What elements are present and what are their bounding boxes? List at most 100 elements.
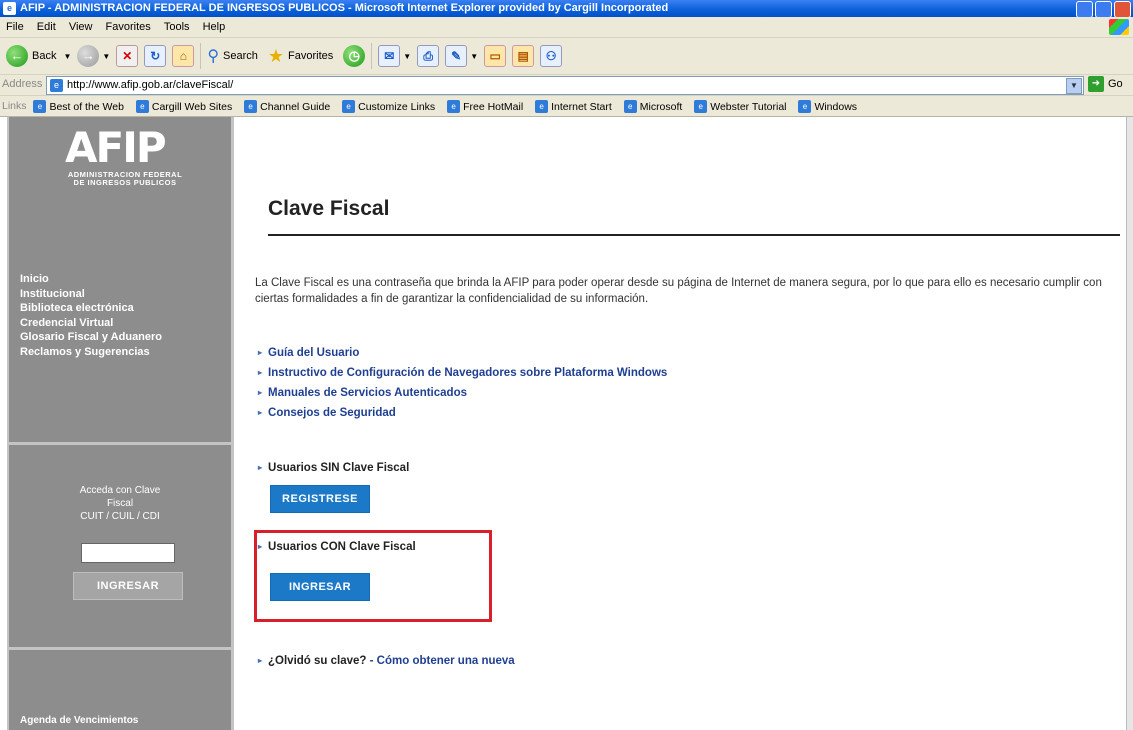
page-icon: e bbox=[694, 100, 708, 113]
chevron-down-icon[interactable]: ▼ bbox=[63, 52, 71, 61]
bullet-icon: ▸ bbox=[258, 388, 263, 397]
chevron-down-icon[interactable]: ▼ bbox=[1066, 78, 1082, 94]
link-label: Microsoft bbox=[639, 100, 683, 113]
stop-button[interactable]: ✕ bbox=[116, 41, 139, 71]
con-clave-label: ▸ Usuarios CON Clave Fiscal bbox=[258, 541, 416, 553]
address-label: Address bbox=[2, 78, 43, 90]
links-label: Links bbox=[2, 100, 27, 112]
con-clave-text: Usuarios CON Clave Fiscal bbox=[268, 541, 416, 553]
refresh-button[interactable]: ↻ bbox=[144, 41, 167, 71]
link-cargill-web-sites[interactable]: e Cargill Web Sites bbox=[135, 97, 233, 117]
list-item[interactable]: ▸ Guía del Usuario bbox=[258, 343, 667, 363]
sidebar-item-inicio[interactable]: Inicio bbox=[20, 272, 162, 287]
links-bar: Links e Best of the Web e Cargill Web Site… bbox=[0, 96, 1133, 117]
link-internet-start[interactable]: e Internet Start bbox=[535, 97, 612, 117]
link-label: Internet Start bbox=[551, 100, 612, 113]
menu-edit[interactable]: Edit bbox=[37, 21, 56, 33]
favorites-button[interactable]: ★ Favorites bbox=[268, 41, 337, 71]
edit-button[interactable]: ✎ ▼ bbox=[445, 41, 478, 71]
title-divider bbox=[268, 234, 1120, 236]
forgot-link[interactable]: Cómo obtener una nueva bbox=[377, 655, 515, 667]
address-input[interactable]: e http://www.afip.gob.ar/claveFiscal/ ▼ bbox=[46, 76, 1084, 95]
go-arrow-icon[interactable]: ➜ bbox=[1088, 76, 1104, 92]
search-button[interactable]: ⚲ Search bbox=[207, 41, 262, 71]
sidebar-item-agenda[interactable]: Agenda de Vencimientos bbox=[20, 715, 138, 726]
sidebar-nav: Inicio Institucional Biblioteca electrón… bbox=[20, 272, 162, 359]
home-button[interactable]: ⌂ bbox=[172, 41, 195, 71]
window-title-bar: e AFIP - ADMINISTRACION FEDERAL DE INGRE… bbox=[0, 0, 1133, 18]
link-free-hotmail[interactable]: e Free HotMail bbox=[447, 97, 523, 117]
go-button[interactable]: Go bbox=[1108, 78, 1123, 90]
login-label-line1: Acceda con Clave bbox=[79, 485, 161, 496]
history-icon: ◷ bbox=[343, 45, 366, 67]
back-button[interactable]: ← Back ▼ bbox=[6, 41, 71, 71]
standard-toolbar: ← Back ▼ → ▼ ✕ ↻ ⌂ ⚲ Search ★ Favorites … bbox=[0, 38, 1133, 75]
link-microsoft[interactable]: e Microsoft bbox=[623, 97, 683, 117]
home-icon: ⌂ bbox=[172, 45, 195, 67]
page-title: Clave Fiscal bbox=[268, 197, 390, 220]
forward-arrow-icon: → bbox=[77, 45, 100, 67]
address-url[interactable]: http://www.afip.gob.ar/claveFiscal/ bbox=[67, 79, 233, 91]
forward-button[interactable]: → ▼ bbox=[77, 41, 110, 71]
page-icon: e bbox=[244, 100, 258, 113]
link-consejos[interactable]: Consejos de Seguridad bbox=[268, 407, 396, 419]
research-button[interactable]: ▤ bbox=[512, 41, 535, 71]
registrese-button[interactable]: REGISTRESE bbox=[270, 485, 370, 513]
print-button[interactable]: ⎙ bbox=[417, 41, 440, 71]
back-arrow-icon: ← bbox=[6, 45, 28, 67]
link-windows[interactable]: e Windows bbox=[798, 97, 857, 117]
sidebar-item-glosario[interactable]: Glosario Fiscal y Aduanero bbox=[20, 330, 162, 345]
chevron-down-icon[interactable]: ▼ bbox=[102, 52, 110, 61]
minimize-button[interactable] bbox=[1076, 1, 1093, 18]
link-label: Windows bbox=[814, 100, 858, 113]
refresh-icon: ↻ bbox=[144, 45, 167, 67]
menu-view[interactable]: View bbox=[69, 21, 93, 33]
ingresar-button[interactable]: INGRESAR bbox=[270, 573, 370, 601]
forgot-question: ¿Olvidó su clave? bbox=[268, 655, 367, 667]
vertical-scrollbar[interactable] bbox=[1126, 117, 1133, 730]
sidebar-item-institucional[interactable]: Institucional bbox=[20, 287, 162, 302]
menu-tools[interactable]: Tools bbox=[164, 21, 190, 33]
sidebar-item-credencial[interactable]: Credencial Virtual bbox=[20, 316, 162, 331]
sidebar-ingresar-button[interactable]: INGRESAR bbox=[73, 572, 183, 600]
afip-logo[interactable]: AFIP ADMINISTRACION FEDERAL DE INGRESOS … bbox=[65, 123, 195, 187]
close-button[interactable] bbox=[1114, 1, 1131, 18]
toolbar-separator bbox=[200, 43, 202, 69]
sidebar-divider bbox=[9, 442, 231, 445]
chevron-down-icon[interactable]: ▼ bbox=[403, 52, 411, 61]
maximize-button[interactable] bbox=[1095, 1, 1112, 18]
menu-favorites[interactable]: Favorites bbox=[106, 21, 151, 33]
menu-help[interactable]: Help bbox=[203, 21, 226, 33]
bullet-icon: ▸ bbox=[258, 348, 263, 357]
back-label: Back bbox=[32, 50, 57, 62]
logo-mark: AFIP bbox=[65, 123, 167, 172]
bullet-icon: ▸ bbox=[258, 542, 263, 551]
sidebar-item-reclamos[interactable]: Reclamos y Sugerencias bbox=[20, 345, 162, 360]
cuit-input[interactable] bbox=[81, 543, 175, 563]
menu-file[interactable]: File bbox=[6, 21, 24, 33]
link-guia-usuario[interactable]: Guía del Usuario bbox=[268, 347, 359, 359]
bullet-icon: ▸ bbox=[258, 408, 263, 417]
mail-icon: ✉ bbox=[378, 45, 401, 67]
list-item[interactable]: ▸ Manuales de Servicios Autenticados bbox=[258, 383, 667, 403]
favorites-label: Favorites bbox=[288, 50, 334, 62]
link-label: Cargill Web Sites bbox=[151, 100, 233, 113]
folder-button[interactable]: ▭ bbox=[484, 41, 507, 71]
history-button[interactable]: ◷ bbox=[343, 41, 366, 71]
messenger-button[interactable]: ⚇ bbox=[540, 41, 563, 71]
page-icon: e bbox=[33, 100, 47, 113]
sidebar-item-biblioteca[interactable]: Biblioteca electrónica bbox=[20, 301, 162, 316]
list-item[interactable]: ▸ Instructivo de Configuración de Navegad… bbox=[258, 363, 667, 383]
page-icon: e bbox=[535, 100, 549, 113]
page-viewport: AFIP ADMINISTRACION FEDERAL DE INGRESOS … bbox=[0, 117, 1133, 730]
link-customize-links[interactable]: e Customize Links bbox=[342, 97, 435, 117]
chevron-down-icon[interactable]: ▼ bbox=[470, 52, 478, 61]
link-instructivo[interactable]: Instructivo de Configuración de Navegado… bbox=[268, 367, 667, 379]
link-manuales[interactable]: Manuales de Servicios Autenticados bbox=[268, 387, 467, 399]
list-item[interactable]: ▸ Consejos de Seguridad bbox=[258, 403, 667, 423]
toolbar-separator bbox=[371, 43, 373, 69]
link-webster-tutorial[interactable]: e Webster Tutorial bbox=[694, 97, 787, 117]
link-channel-guide[interactable]: e Channel Guide bbox=[244, 97, 330, 117]
link-best-of-the-web[interactable]: e Best of the Web bbox=[33, 97, 124, 117]
mail-button[interactable]: ✉ ▼ bbox=[378, 41, 411, 71]
